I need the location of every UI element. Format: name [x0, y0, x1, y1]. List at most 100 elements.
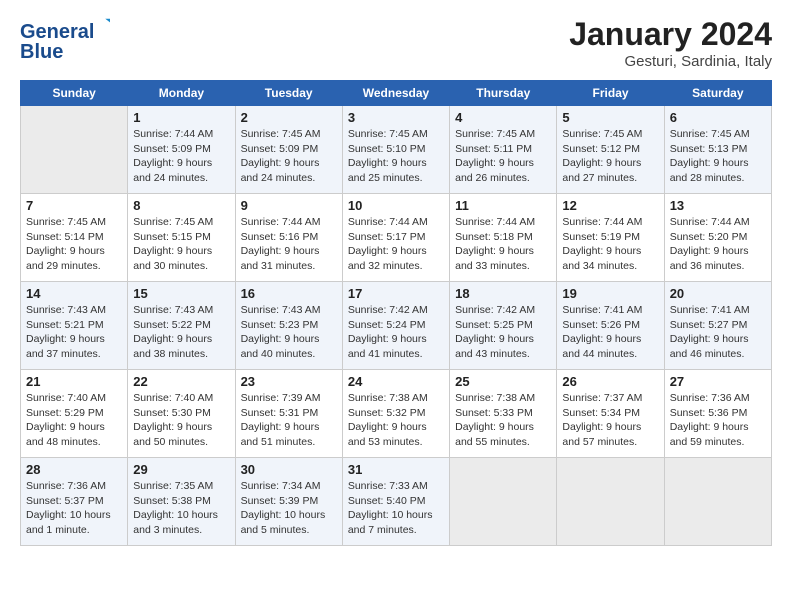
- day-number: 22: [133, 374, 229, 389]
- svg-text:Blue: Blue: [20, 41, 63, 63]
- day-info: Sunrise: 7:44 AMSunset: 5:09 PMDaylight:…: [133, 127, 229, 186]
- calendar-cell: 27Sunrise: 7:36 AMSunset: 5:36 PMDayligh…: [664, 370, 771, 458]
- day-number: 6: [670, 110, 766, 125]
- day-number: 29: [133, 462, 229, 477]
- calendar-cell: 31 Sunrise: 7:33 AMSunset: 5:40 PMDayligh…: [342, 458, 449, 546]
- day-number: 5: [562, 110, 658, 125]
- day-number: 10: [348, 198, 444, 213]
- day-info: Sunrise: 7:45 AMSunset: 5:12 PMDaylight:…: [562, 127, 658, 186]
- day-info: Sunrise: 7:41 AMSunset: 5:26 PMDaylight:…: [562, 303, 658, 362]
- day-info: Sunrise: 7:44 AMSunset: 5:19 PMDaylight:…: [562, 215, 658, 274]
- day-number: 11: [455, 198, 551, 213]
- calendar-cell: 1Sunrise: 7:44 AMSunset: 5:09 PMDaylight…: [128, 106, 235, 194]
- day-number: 15: [133, 286, 229, 301]
- day-info: Sunrise: 7:37 AMSunset: 5:34 PMDaylight:…: [562, 391, 658, 450]
- day-number: 18: [455, 286, 551, 301]
- day-number: 30: [241, 462, 337, 477]
- month-title: January 2024: [569, 16, 772, 53]
- day-info: Sunrise: 7:43 AMSunset: 5:23 PMDaylight:…: [241, 303, 337, 362]
- day-number: 21: [26, 374, 122, 389]
- day-number: 13: [670, 198, 766, 213]
- calendar-cell: 4 Sunrise: 7:45 AMSunset: 5:11 PMDaylight…: [450, 106, 557, 194]
- calendar-cell: 21 Sunrise: 7:40 AMSunset: 5:29 PMDayligh…: [21, 370, 128, 458]
- day-number: 9: [241, 198, 337, 213]
- logo-icon: General Blue: [20, 16, 110, 64]
- day-info: Sunrise: 7:40 AMSunset: 5:30 PMDaylight:…: [133, 391, 229, 450]
- weekday-header-saturday: Saturday: [664, 81, 771, 106]
- calendar-cell: 26 Sunrise: 7:37 AMSunset: 5:34 PMDayligh…: [557, 370, 664, 458]
- day-number: 19: [562, 286, 658, 301]
- calendar-cell: 18 Sunrise: 7:42 AMSunset: 5:25 PMDayligh…: [450, 282, 557, 370]
- day-number: 28: [26, 462, 122, 477]
- day-info: Sunrise: 7:38 AMSunset: 5:33 PMDaylight:…: [455, 391, 551, 450]
- calendar-cell: [21, 106, 128, 194]
- weekday-header-tuesday: Tuesday: [235, 81, 342, 106]
- day-info: Sunrise: 7:44 AMSunset: 5:20 PMDaylight:…: [670, 215, 766, 274]
- calendar-cell: 30 Sunrise: 7:34 AMSunset: 5:39 PMDayligh…: [235, 458, 342, 546]
- day-number: 26: [562, 374, 658, 389]
- day-number: 7: [26, 198, 122, 213]
- calendar-cell: 17 Sunrise: 7:42 AMSunset: 5:24 PMDayligh…: [342, 282, 449, 370]
- day-info: Sunrise: 7:42 AMSunset: 5:25 PMDaylight:…: [455, 303, 551, 362]
- logo: General Blue: [20, 16, 110, 69]
- title-block: January 2024 Gesturi, Sardinia, Italy: [569, 16, 772, 70]
- weekday-header-sunday: Sunday: [21, 81, 128, 106]
- weekday-header-row: SundayMondayTuesdayWednesdayThursdayFrid…: [21, 81, 772, 106]
- day-number: 4: [455, 110, 551, 125]
- day-number: 23: [241, 374, 337, 389]
- day-info: Sunrise: 7:35 AMSunset: 5:38 PMDaylight:…: [133, 479, 229, 538]
- calendar-week-2: 7 Sunrise: 7:45 AMSunset: 5:14 PMDaylight…: [21, 194, 772, 282]
- calendar-cell: 12 Sunrise: 7:44 AMSunset: 5:19 PMDayligh…: [557, 194, 664, 282]
- calendar-week-5: 28Sunrise: 7:36 AMSunset: 5:37 PMDayligh…: [21, 458, 772, 546]
- day-info: Sunrise: 7:33 AMSunset: 5:40 PMDaylight:…: [348, 479, 444, 538]
- calendar-cell: [450, 458, 557, 546]
- day-info: Sunrise: 7:45 AMSunset: 5:14 PMDaylight:…: [26, 215, 122, 274]
- day-info: Sunrise: 7:45 AMSunset: 5:11 PMDaylight:…: [455, 127, 551, 186]
- calendar-cell: 9 Sunrise: 7:44 AMSunset: 5:16 PMDaylight…: [235, 194, 342, 282]
- day-number: 31: [348, 462, 444, 477]
- day-number: 3: [348, 110, 444, 125]
- day-number: 25: [455, 374, 551, 389]
- day-number: 12: [562, 198, 658, 213]
- day-info: Sunrise: 7:45 AMSunset: 5:13 PMDaylight:…: [670, 127, 766, 186]
- calendar-cell: [664, 458, 771, 546]
- calendar-cell: 22 Sunrise: 7:40 AMSunset: 5:30 PMDayligh…: [128, 370, 235, 458]
- calendar-week-3: 14Sunrise: 7:43 AMSunset: 5:21 PMDayligh…: [21, 282, 772, 370]
- calendar-cell: 3 Sunrise: 7:45 AMSunset: 5:10 PMDaylight…: [342, 106, 449, 194]
- day-number: 24: [348, 374, 444, 389]
- calendar-cell: 20Sunrise: 7:41 AMSunset: 5:27 PMDayligh…: [664, 282, 771, 370]
- day-info: Sunrise: 7:43 AMSunset: 5:21 PMDaylight:…: [26, 303, 122, 362]
- day-info: Sunrise: 7:40 AMSunset: 5:29 PMDaylight:…: [26, 391, 122, 450]
- weekday-header-thursday: Thursday: [450, 81, 557, 106]
- day-info: Sunrise: 7:42 AMSunset: 5:24 PMDaylight:…: [348, 303, 444, 362]
- calendar-cell: 8Sunrise: 7:45 AMSunset: 5:15 PMDaylight…: [128, 194, 235, 282]
- day-number: 16: [241, 286, 337, 301]
- calendar-cell: 28Sunrise: 7:36 AMSunset: 5:37 PMDayligh…: [21, 458, 128, 546]
- calendar-cell: 6 Sunrise: 7:45 AMSunset: 5:13 PMDaylight…: [664, 106, 771, 194]
- day-info: Sunrise: 7:44 AMSunset: 5:17 PMDaylight:…: [348, 215, 444, 274]
- day-info: Sunrise: 7:45 AMSunset: 5:15 PMDaylight:…: [133, 215, 229, 274]
- weekday-header-wednesday: Wednesday: [342, 81, 449, 106]
- calendar-cell: 5 Sunrise: 7:45 AMSunset: 5:12 PMDaylight…: [557, 106, 664, 194]
- page: General Blue January 2024 Gesturi, Sardi…: [0, 0, 792, 612]
- calendar-week-4: 21 Sunrise: 7:40 AMSunset: 5:29 PMDayligh…: [21, 370, 772, 458]
- day-info: Sunrise: 7:34 AMSunset: 5:39 PMDaylight:…: [241, 479, 337, 538]
- day-info: Sunrise: 7:38 AMSunset: 5:32 PMDaylight:…: [348, 391, 444, 450]
- calendar-cell: 11Sunrise: 7:44 AMSunset: 5:18 PMDayligh…: [450, 194, 557, 282]
- calendar-cell: 7 Sunrise: 7:45 AMSunset: 5:14 PMDaylight…: [21, 194, 128, 282]
- day-info: Sunrise: 7:44 AMSunset: 5:16 PMDaylight:…: [241, 215, 337, 274]
- calendar-cell: 16 Sunrise: 7:43 AMSunset: 5:23 PMDayligh…: [235, 282, 342, 370]
- calendar-cell: 23 Sunrise: 7:39 AMSunset: 5:31 PMDayligh…: [235, 370, 342, 458]
- calendar-cell: 29 Sunrise: 7:35 AMSunset: 5:38 PMDayligh…: [128, 458, 235, 546]
- calendar-cell: 13 Sunrise: 7:44 AMSunset: 5:20 PMDayligh…: [664, 194, 771, 282]
- day-info: Sunrise: 7:41 AMSunset: 5:27 PMDaylight:…: [670, 303, 766, 362]
- day-info: Sunrise: 7:45 AMSunset: 5:10 PMDaylight:…: [348, 127, 444, 186]
- day-info: Sunrise: 7:45 AMSunset: 5:09 PMDaylight:…: [241, 127, 337, 186]
- day-number: 2: [241, 110, 337, 125]
- location-subtitle: Gesturi, Sardinia, Italy: [569, 53, 772, 70]
- calendar-cell: [557, 458, 664, 546]
- calendar-cell: 19 Sunrise: 7:41 AMSunset: 5:26 PMDayligh…: [557, 282, 664, 370]
- svg-text:General: General: [20, 21, 94, 43]
- day-number: 17: [348, 286, 444, 301]
- day-info: Sunrise: 7:39 AMSunset: 5:31 PMDaylight:…: [241, 391, 337, 450]
